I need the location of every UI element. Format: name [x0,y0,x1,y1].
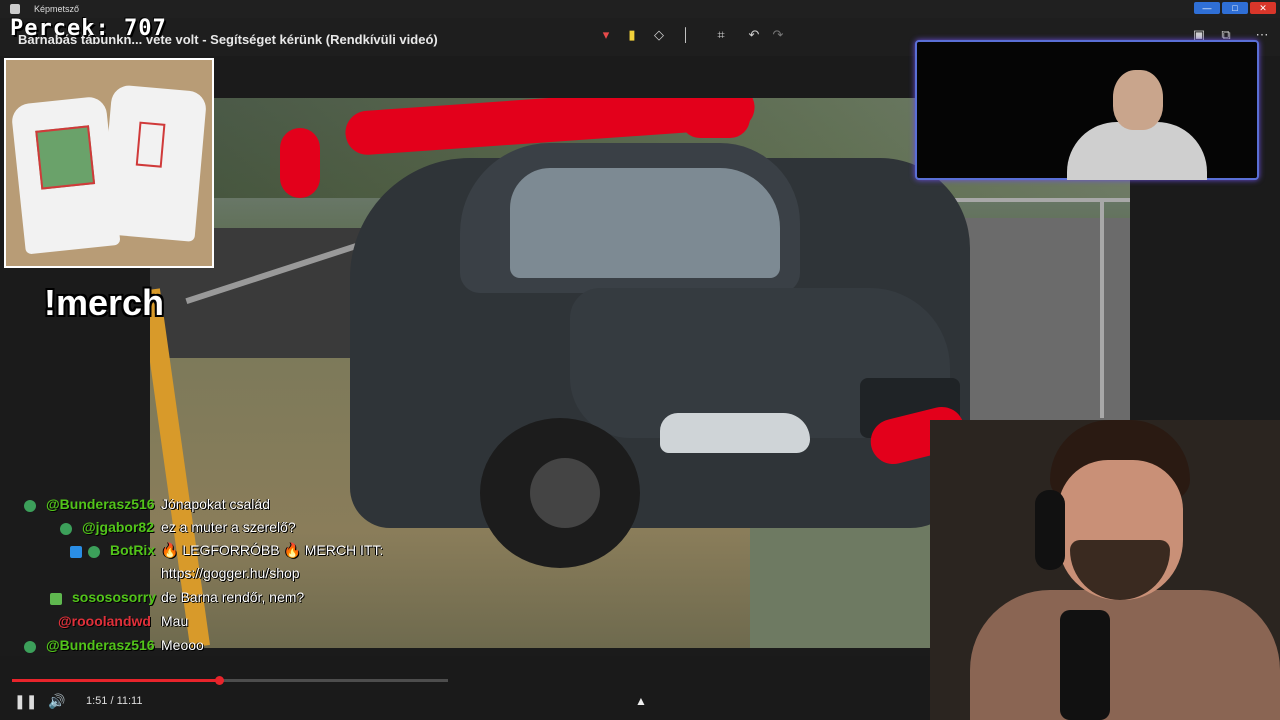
merch-image [4,58,214,268]
badge-icon [24,500,36,512]
chat-username: @jgabor82 [82,519,155,535]
undo-icon[interactable]: ↶ [746,27,762,43]
car-headlight [660,413,810,453]
merch-command-label: !merch [44,282,165,323]
chat-username: BotRix [110,542,156,558]
app-title: Képmetsző [34,4,80,14]
merch-shirt-back [99,84,208,242]
guest-body [1067,122,1207,180]
chat-text: ez a muter a szerelő? [161,519,296,535]
chat-username: @Bunderasz516 [46,496,155,512]
verified-badge-icon [88,546,100,558]
minimize-icon: — [1202,3,1212,13]
redo-icon[interactable]: ↷ [770,27,786,43]
chat-text: de Barna rendőr, nem? [161,589,305,605]
redaction-scribble-face [280,128,320,198]
chat-username: @rooolandwd [58,613,151,629]
select-tool-icon[interactable]: ▾ [598,27,614,43]
merch-shirt-print [35,125,96,190]
pen-icon[interactable]: │ [678,27,694,43]
bot-badge-icon [70,546,82,558]
maximize-icon: □ [1232,3,1238,13]
headphone-icon [1035,490,1065,570]
maximize-button[interactable]: □ [1222,2,1248,14]
minimize-button[interactable]: — [1194,2,1220,14]
player-controls: ❚❚ 🔊 1:51 / 11:11 ▲ [0,670,1280,720]
badge-icon [60,523,72,535]
chevron-up-icon[interactable]: ▲ [630,690,652,712]
progress-bar[interactable] [12,676,448,685]
chat-text: Jónapokat család [161,496,270,512]
chat-text: Meooo [161,637,204,653]
redaction-scribble-right [680,98,750,138]
pause-icon[interactable]: ❚❚ [14,692,37,710]
progress-fill [12,679,220,682]
volume-icon[interactable]: 🔊 [48,692,66,710]
eraser-icon[interactable]: ◇ [651,27,667,43]
playback-time: 1:51 / 11:11 [86,695,143,707]
window-titlebar: Képmetsző — □ ✕ [0,0,1280,18]
chat-link[interactable]: https://gogger.hu/shop [161,565,300,581]
guest-head [1113,70,1163,130]
close-button[interactable]: ✕ [1250,2,1276,14]
chat-username: sosososorry [72,589,157,605]
crop-icon[interactable]: ⌗ [713,27,729,43]
car-windshield [510,168,780,278]
progress-handle[interactable] [215,676,225,685]
guest-webcam [915,40,1259,180]
app-icon [10,4,20,14]
badge-icon [24,641,36,653]
chat-username: @Bunderasz516 [46,637,155,653]
guard-rail-post [1100,198,1104,418]
minutes-counter: Percek: 707 [10,16,167,41]
badge-icon [50,593,62,605]
chat-text: Mau [161,613,189,629]
merch-shirt-back-print [135,121,166,168]
chat-text: 🔥 LEGFORRÓBB 🔥 MERCH ITT: [161,542,384,558]
car-hub [530,458,600,528]
highlighter-icon[interactable]: ▮ [624,27,640,43]
close-icon: ✕ [1259,3,1267,13]
